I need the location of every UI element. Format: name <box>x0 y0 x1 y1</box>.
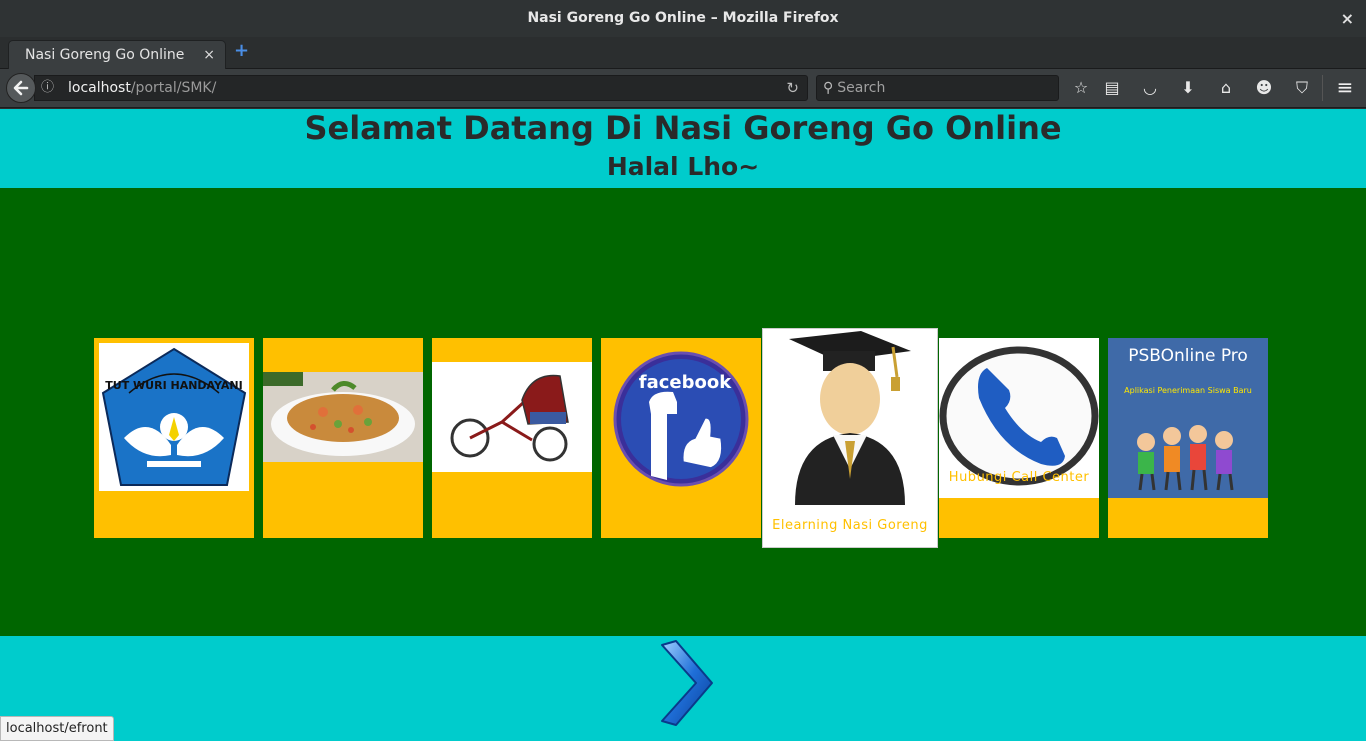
psbonline-subtitle: Aplikasi Penerimaan Siswa Baru <box>1124 386 1252 395</box>
site-info-icon[interactable]: ⓘ <box>41 76 57 100</box>
window-titlebar: Nasi Goreng Go Online – Mozilla Firefox … <box>0 0 1366 37</box>
back-button[interactable] <box>6 73 36 103</box>
search-placeholder: Search <box>837 80 886 96</box>
page-subtitle: Halal Lho~ <box>606 152 760 181</box>
window-title: Nasi Goreng Go Online – Mozilla Firefox <box>527 10 839 26</box>
chevron-right-icon <box>661 640 713 726</box>
tile-psbonline[interactable]: PSBOnline Pro Aplikasi Penerimaan Siswa … <box>1108 338 1268 538</box>
status-link-preview: localhost/efront <box>0 716 114 741</box>
emoji-icon[interactable]: ☻ <box>1251 75 1277 101</box>
window-close-button[interactable]: × <box>1341 0 1354 37</box>
tile-call-center[interactable]: Hubungi Call Center <box>939 338 1099 538</box>
nasi-goreng-photo <box>263 372 423 462</box>
tab-close-icon[interactable]: × <box>203 41 215 69</box>
tab-title: Nasi Goreng Go Online <box>25 47 185 63</box>
tile-caption-call-center: Hubungi Call Center <box>948 470 1090 485</box>
svg-text:TUT WURI HANDAYANI: TUT WURI HANDAYANI <box>105 379 242 392</box>
reading-list-icon[interactable]: ▤ <box>1099 75 1125 101</box>
search-icon: ⚲ <box>823 80 834 96</box>
url-text[interactable]: localhost/portal/SMK/ <box>68 76 216 100</box>
psbonline-title: PSBOnline Pro <box>1128 346 1248 366</box>
navigation-toolbar: ⓘ localhost/portal/SMK/ ↻ ⚲ Search ☆ ▤ ◡ … <box>0 69 1366 108</box>
children-illustration <box>1137 425 1234 491</box>
tile-becak[interactable] <box>432 338 592 538</box>
tile-facebook[interactable]: facebook <box>601 338 761 538</box>
bookmark-star-icon[interactable]: ☆ <box>1068 75 1094 101</box>
tab-nasi-goreng[interactable]: Nasi Goreng Go Online × <box>8 40 226 69</box>
facebook-text: facebook <box>639 372 732 393</box>
tile-elearning[interactable]: Elearning Nasi Goreng <box>762 328 938 548</box>
search-box[interactable]: ⚲ Search <box>816 75 1059 101</box>
toolbar-separator <box>1322 75 1323 101</box>
tile-nasi-goreng[interactable] <box>263 338 423 538</box>
home-icon[interactable]: ⌂ <box>1213 75 1239 101</box>
url-bar[interactable]: ⓘ localhost/portal/SMK/ ↻ <box>34 75 808 101</box>
page-header: Selamat Datang Di Nasi Goreng Go Online … <box>0 109 1366 188</box>
psbonline-pro: PSBOnline Pro Aplikasi Penerimaan Siswa … <box>1108 338 1268 498</box>
tile-carousel: TUT WURI HANDAYANI facebook Elearning Na… <box>0 188 1366 636</box>
tut-wuri-handayani-logo: TUT WURI HANDAYANI <box>99 343 249 491</box>
elearning-graduate <box>775 329 927 505</box>
tile-tut-wuri[interactable]: TUT WURI HANDAYANI <box>94 338 254 538</box>
back-arrow-icon <box>13 80 29 96</box>
shield-icon[interactable]: ⛉ <box>1289 75 1315 101</box>
reload-icon[interactable]: ↻ <box>786 76 799 100</box>
facebook-logo: facebook <box>613 350 749 488</box>
page-body: Selamat Datang Di Nasi Goreng Go Online … <box>0 109 1366 741</box>
becak-photo <box>432 362 592 472</box>
hamburger-menu-icon[interactable]: ≡ <box>1332 75 1358 101</box>
page-title: Selamat Datang Di Nasi Goreng Go Online <box>304 109 1062 147</box>
next-arrow-button[interactable] <box>652 639 718 733</box>
tile-caption-elearning: Elearning Nasi Goreng <box>772 518 928 533</box>
tab-strip: Nasi Goreng Go Online × + <box>0 37 1366 69</box>
download-icon[interactable]: ⬇ <box>1175 75 1201 101</box>
new-tab-icon[interactable]: + <box>234 40 249 61</box>
pocket-icon[interactable]: ◡ <box>1137 75 1163 101</box>
